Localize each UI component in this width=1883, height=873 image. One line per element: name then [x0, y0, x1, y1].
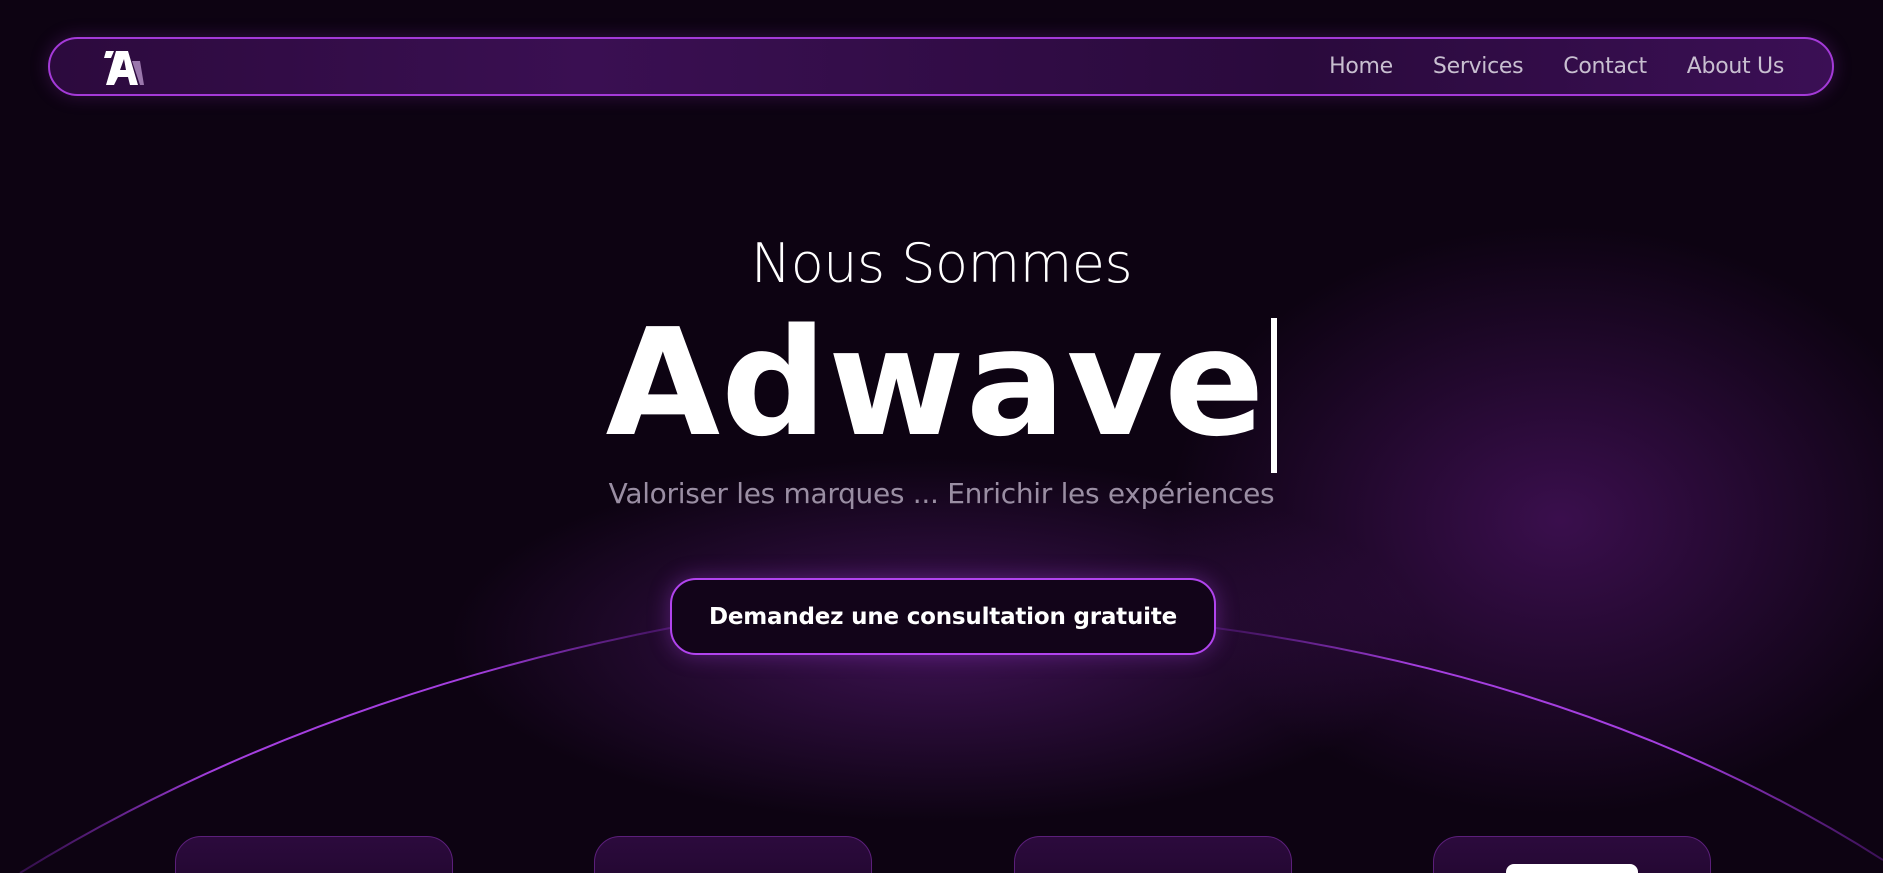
hero-title: Adwave: [605, 297, 1266, 469]
navbar: Home Services Contact About Us: [48, 37, 1834, 96]
landing-page: Home Services Contact About Us Nous Somm…: [0, 0, 1883, 873]
hero-subtitle: Valoriser les marques ... Enrichir les e…: [608, 477, 1275, 510]
hero-title-row: Adwave: [0, 297, 1883, 473]
service-card[interactable]: [594, 836, 872, 873]
nav-link-about-us[interactable]: About Us: [1687, 54, 1785, 79]
service-card[interactable]: [1014, 836, 1292, 873]
nav-link-contact[interactable]: Contact: [1563, 54, 1647, 79]
nav-links: Home Services Contact About Us: [1329, 39, 1784, 94]
nav-link-services[interactable]: Services: [1433, 54, 1524, 79]
card-badge: [1506, 864, 1638, 873]
hero-pre-title: Nous Sommes: [750, 232, 1133, 295]
adwave-logo-icon[interactable]: [102, 47, 146, 89]
free-consultation-button[interactable]: Demandez une consultation gratuite: [670, 578, 1216, 655]
service-card[interactable]: [1433, 836, 1711, 873]
typing-caret: [1271, 318, 1278, 473]
service-card[interactable]: [175, 836, 453, 873]
nav-link-home[interactable]: Home: [1329, 54, 1393, 79]
